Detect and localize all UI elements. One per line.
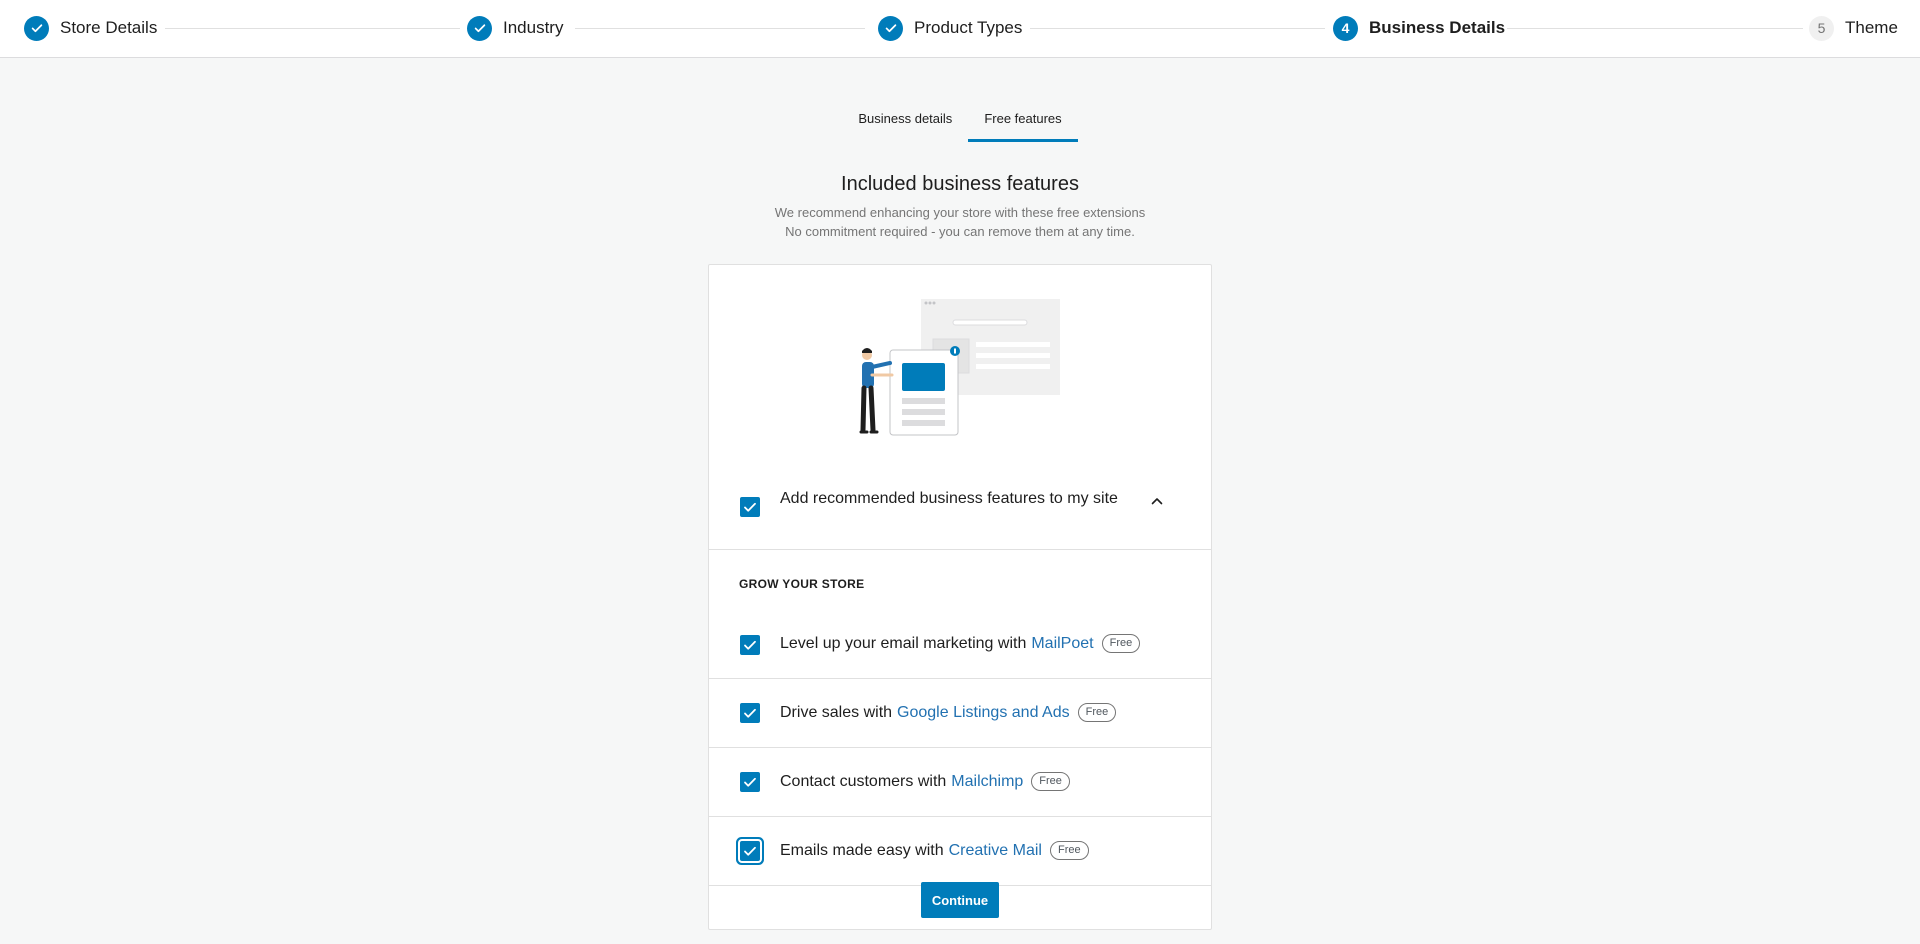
mailchimp-link[interactable]: Mailchimp — [951, 773, 1023, 791]
extension-row-mailpoet: Level up your email marketing with MailP… — [709, 610, 1211, 679]
step-store-details[interactable]: Store Details — [24, 15, 157, 41]
page-subtitle: We recommend enhancing your store with t… — [0, 203, 1920, 241]
checkmark-icon — [744, 846, 756, 856]
recommended-features-row: Add recommended business features to my … — [709, 465, 1211, 550]
checkmark-icon — [24, 15, 49, 41]
extension-label: Emails made easy with Creative Mail Free — [780, 841, 1089, 860]
extension-label: Drive sales with Google Listings and Ads… — [780, 703, 1117, 722]
tab-bar: Business details Free features — [0, 104, 1920, 142]
page-title: Included business features — [841, 173, 1079, 195]
continue-button[interactable]: Continue — [921, 882, 999, 918]
mailpoet-link[interactable]: MailPoet — [1031, 635, 1093, 653]
tab-business-details[interactable]: Business details — [842, 104, 968, 142]
extension-row-mailchimp: Contact customers with Mailchimp Free — [709, 748, 1211, 817]
recommended-features-checkbox[interactable] — [740, 497, 760, 517]
step-theme[interactable]: 5 Theme — [1809, 15, 1898, 41]
step-label: Business Details — [1369, 18, 1506, 37]
features-card: Add recommended business features to my … — [708, 264, 1212, 930]
mailpoet-checkbox[interactable] — [740, 635, 760, 655]
step-connector — [1030, 28, 1325, 29]
creative-mail-checkbox[interactable] — [740, 841, 760, 861]
google-listings-checkbox[interactable] — [740, 703, 760, 723]
free-badge: Free — [1049, 841, 1089, 860]
subtitle-line: We recommend enhancing your store with t… — [774, 205, 1146, 220]
checkmark-icon — [744, 640, 756, 650]
step-label: Theme — [1845, 18, 1898, 37]
mailchimp-checkbox[interactable] — [740, 772, 760, 792]
extension-row-google-listings: Drive sales with Google Listings and Ads… — [709, 679, 1211, 748]
step-number: 5 — [1809, 15, 1834, 41]
checkmark-icon — [878, 15, 903, 41]
checkmark-icon — [467, 15, 492, 41]
step-industry[interactable]: Industry — [467, 15, 563, 41]
extension-description: Emails made easy with — [780, 841, 944, 859]
chevron-up-icon[interactable] — [1149, 493, 1165, 509]
step-business-details[interactable]: 4 Business Details — [1333, 15, 1505, 41]
checkmark-icon — [744, 708, 756, 718]
creative-mail-link[interactable]: Creative Mail — [949, 842, 1042, 860]
extension-description: Contact customers with — [780, 772, 947, 790]
extension-description: Drive sales with — [780, 703, 893, 721]
extension-label: Level up your email marketing with MailP… — [780, 634, 1141, 653]
free-badge: Free — [1077, 703, 1117, 722]
checkmark-icon — [744, 502, 756, 512]
step-connector — [165, 28, 460, 29]
step-product-types[interactable]: Product Types — [878, 15, 1022, 41]
step-connector — [1507, 28, 1803, 29]
setup-stepper: Store Details Industry Product Types 4 B… — [0, 0, 1920, 58]
step-label: Store Details — [60, 18, 158, 37]
tab-free-features[interactable]: Free features — [968, 104, 1078, 142]
extension-label: Contact customers with Mailchimp Free — [780, 772, 1070, 791]
free-badge: Free — [1031, 772, 1070, 791]
checkmark-icon — [744, 777, 756, 787]
step-label: Product Types — [914, 18, 1023, 37]
subtitle-line: No commitment required - you can remove … — [785, 224, 1135, 239]
step-label: Industry — [503, 18, 564, 37]
section-title: GROW YOUR STORE — [739, 577, 865, 591]
extension-description: Level up your email marketing with — [780, 634, 1027, 652]
google-listings-link[interactable]: Google Listings and Ads — [897, 704, 1070, 722]
step-number: 4 — [1333, 15, 1358, 41]
step-connector — [575, 28, 865, 29]
business-features-illustration — [859, 299, 1060, 436]
extension-row-creative-mail: Emails made easy with Creative Mail Free — [709, 817, 1211, 886]
free-badge: Free — [1101, 634, 1141, 653]
recommended-features-label: Add recommended business features to my … — [780, 490, 1118, 507]
